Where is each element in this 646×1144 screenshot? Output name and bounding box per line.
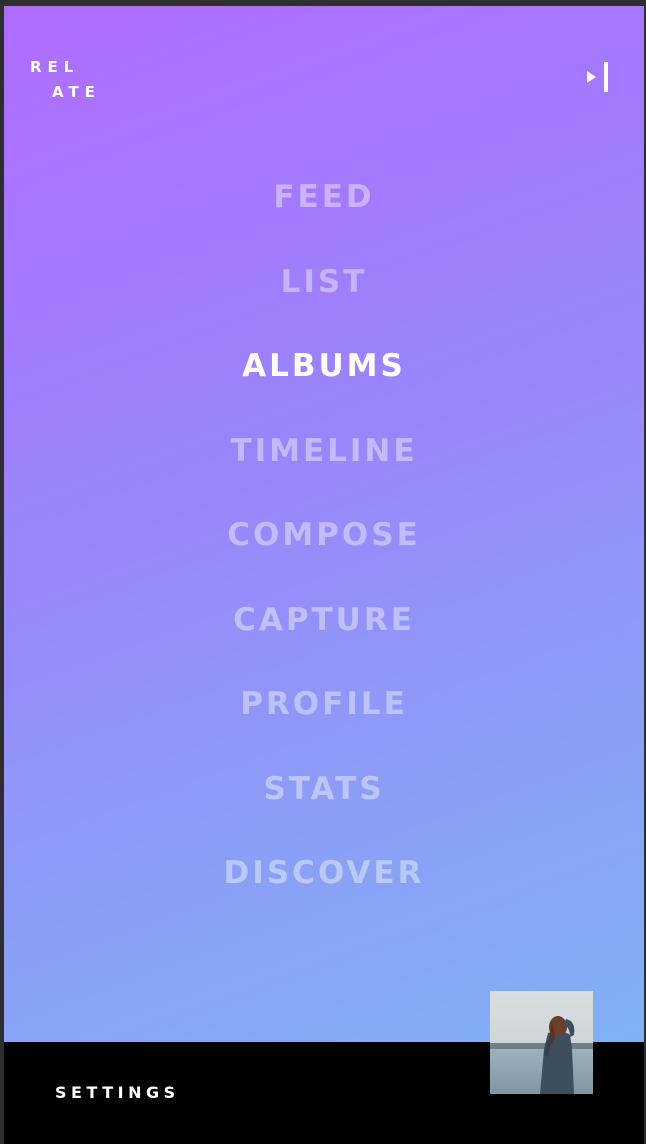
menu-item-label: TIMELINE <box>230 432 418 469</box>
menu-item-label: CAPTURE <box>233 601 415 638</box>
profile-photo <box>490 991 593 1094</box>
collapse-menu-button[interactable] <box>584 62 614 92</box>
menu-item-timeline[interactable]: TIMELINE <box>4 409 644 494</box>
menu-item-label: LIST <box>280 263 368 300</box>
menu-screen: REL ATE FEED LIST ALBUMS TIMELINE COMPOS… <box>4 6 644 1144</box>
menu-item-label: COMPOSE <box>227 517 421 554</box>
logo-line-2: ATE <box>52 83 101 101</box>
menu-item-compose[interactable]: COMPOSE <box>4 493 644 578</box>
nav-menu: FEED LIST ALBUMS TIMELINE COMPOSE CAPTUR… <box>4 155 644 916</box>
profile-photo-thumbnail[interactable] <box>490 991 593 1094</box>
menu-item-label: ALBUMS <box>242 348 406 385</box>
menu-item-label: FEED <box>273 179 375 216</box>
menu-item-label: STATS <box>263 770 385 807</box>
menu-item-list[interactable]: LIST <box>4 240 644 325</box>
menu-item-feed[interactable]: FEED <box>4 155 644 240</box>
menu-item-profile[interactable]: PROFILE <box>4 662 644 747</box>
device-frame: REL ATE FEED LIST ALBUMS TIMELINE COMPOS… <box>0 0 646 1144</box>
menu-item-discover[interactable]: DISCOVER <box>4 831 644 916</box>
menu-item-albums[interactable]: ALBUMS <box>4 324 644 409</box>
menu-item-stats[interactable]: STATS <box>4 747 644 832</box>
menu-item-label: PROFILE <box>240 686 408 723</box>
menu-item-capture[interactable]: CAPTURE <box>4 578 644 663</box>
logo-line-1: REL <box>30 58 80 76</box>
menu-item-label: DISCOVER <box>223 855 425 892</box>
app-logo: REL ATE <box>30 55 101 105</box>
settings-button[interactable]: SETTINGS <box>55 1083 180 1102</box>
